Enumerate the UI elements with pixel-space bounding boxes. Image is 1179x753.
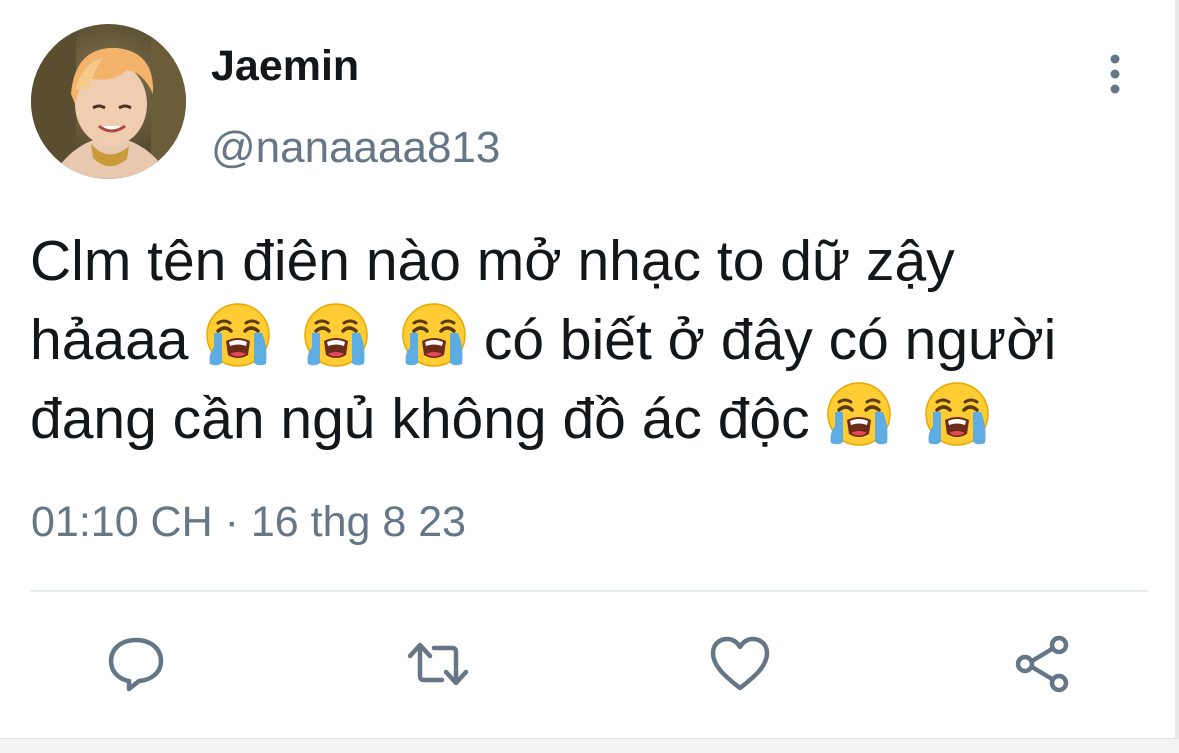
tweet-line-3-text: đang cần ngủ không đồ ác độc [30, 387, 810, 451]
retweet-button[interactable] [406, 632, 470, 696]
loudly-crying-face-icon [825, 380, 893, 448]
emoji-group-1 [204, 303, 484, 372]
tweet-timestamp[interactable]: 01:10 CH · 16 thg 8 23 [31, 492, 466, 552]
tweet-line-1: Clm tên điên nào mở nhạc to dữ zậy [30, 222, 1170, 301]
heart-outline-icon [710, 636, 770, 691]
tweet-text: Clm tên điên nào mở nhạc to dữ zậy hảaaa… [30, 222, 1170, 459]
emoji-group-2 [825, 382, 991, 451]
tweet-line-2: hảaaa có biết ở đây có người [30, 301, 1170, 380]
more-options-button[interactable] [1094, 50, 1136, 98]
avatar[interactable] [31, 24, 186, 179]
tweet-line-3: đang cần ngủ không đồ ác độc [30, 380, 1170, 459]
vertical-dots-icon [1110, 54, 1120, 94]
share-nodes-icon [1015, 635, 1069, 693]
tweet-line-1-text: Clm tên điên nào mở nhạc to dữ zậy [30, 229, 955, 293]
like-button[interactable] [708, 632, 772, 696]
tweet-card: Jaemin @nanaaaa813 Clm tên điên nào mở n… [0, 0, 1179, 753]
user-handle[interactable]: @nanaaaa813 [211, 120, 500, 176]
loudly-crying-face-icon [400, 301, 468, 369]
next-item-edge [0, 738, 1179, 753]
tweet-line-2-text-before: hảaaa [30, 308, 189, 372]
loudly-crying-face-icon [302, 301, 370, 369]
divider [31, 590, 1148, 592]
tweet-line-2-text-after: có biết ở đây có người [483, 308, 1057, 372]
comment-bubble-icon [108, 637, 164, 692]
scroll-edge [1175, 0, 1179, 753]
retweet-arrows-icon [407, 642, 469, 686]
share-button[interactable] [1011, 632, 1075, 696]
display-name[interactable]: Jaemin [211, 40, 359, 92]
loudly-crying-face-icon [204, 301, 272, 369]
reply-button[interactable] [104, 632, 168, 696]
loudly-crying-face-icon [923, 380, 991, 448]
